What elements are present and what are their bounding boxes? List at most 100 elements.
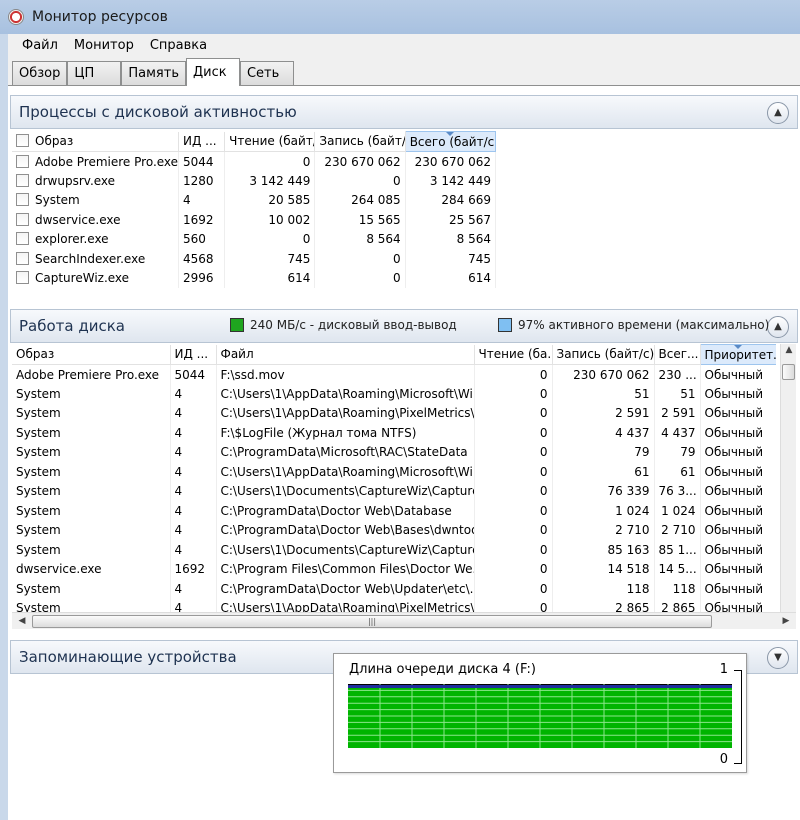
row-checkbox[interactable] [16,154,29,168]
cell-pid: 560 [178,229,226,249]
cell-read: 0 [224,151,316,171]
horizontal-scroll-thumb[interactable]: ||| [32,615,712,628]
table-row[interactable]: System 4 20 585 264 085 284 669 [12,190,497,210]
table-row[interactable]: System 4 C:\Users\1\AppData\Roaming\PixelM… [12,598,776,612]
table-row[interactable]: Adobe Premiere Pro.exe 5044 0 230 670 062 23… [12,151,497,171]
tab-overview[interactable]: Обзор [12,61,68,85]
select-all-checkbox[interactable] [16,134,29,148]
disk-table-horizontal-scrollbar[interactable]: ◀ ||| ▶ [12,612,796,629]
cell-image[interactable]: CaptureWiz.exe [12,268,180,288]
tab-cpu[interactable]: ЦП [67,61,122,85]
table-row[interactable]: System 4 C:\ProgramData\Microsoft\RAC\Stat… [12,442,776,462]
table-row[interactable]: SearchIndexer.exe 4568 745 0 745 [12,249,497,269]
column-header-image[interactable]: Образ [12,344,171,365]
cell-total: 51 [654,384,701,404]
cell-total: 4 437 [654,423,701,443]
column-header-write[interactable]: Запись (байт/с) [552,344,655,365]
cell-write: 0 [314,249,406,269]
column-header-read[interactable]: Чтение (байт/... [224,131,316,152]
column-header-read[interactable]: Чтение (ба... [474,344,553,365]
column-header-pid[interactable]: ИД ... [178,131,226,152]
table-row[interactable]: CaptureWiz.exe 2996 614 0 614 [12,268,497,288]
row-checkbox[interactable] [16,212,29,226]
table-row[interactable]: Adobe Premiere Pro.exe 5044 F:\ssd.mov 0 230… [12,364,776,384]
row-checkbox[interactable] [16,271,29,285]
cell-pid: 4 [170,423,217,443]
cell-total: 745 [405,249,497,269]
cell-file: C:\Users\1\Documents\CaptureWiz\Capture.… [216,540,475,560]
table-row[interactable]: dwservice.exe 1692 C:\Program Files\Common… [12,559,776,579]
table-row[interactable]: System 4 F:\$LogFile (Журнал тома NTFS) 0 4 … [12,423,776,443]
scroll-up-arrow-icon[interactable]: ▲ [781,345,797,355]
menu-monitor[interactable]: Монитор [66,38,142,53]
table-row[interactable]: System 4 C:\Users\1\AppData\Roaming\Micros… [12,462,776,482]
cell-write: 51 [552,384,655,404]
cell-file: C:\Users\1\AppData\Roaming\Microsoft\Wi.… [216,462,475,482]
cell-image[interactable]: System [12,190,180,210]
process-name: Adobe Premiere Pro.exe [35,154,179,169]
cell-image: System [12,462,171,482]
row-checkbox[interactable] [16,173,29,187]
chevron-up-icon[interactable]: ▲ [767,102,789,124]
table-row[interactable]: System 4 C:\Users\1\Documents\CaptureWiz\C… [12,540,776,560]
disk-io-swatch [230,318,244,332]
column-header-image[interactable]: Образ [12,131,180,152]
table-row[interactable]: System 4 C:\Users\1\Documents\CaptureWiz\C… [12,481,776,501]
menu-help[interactable]: Справка [142,38,215,53]
row-checkbox[interactable] [16,251,29,265]
table-row[interactable]: dwservice.exe 1692 10 002 15 565 25 567 [12,210,497,230]
cell-total: 1 024 [654,501,701,521]
cell-image[interactable]: dwservice.exe [12,210,180,230]
table-row[interactable]: System 4 C:\Users\1\AppData\Roaming\Micros… [12,384,776,404]
tab-disk[interactable]: Диск [185,58,240,86]
tab-memory[interactable]: Память [121,61,186,85]
process-name: dwservice.exe [35,212,121,227]
cell-image[interactable]: SearchIndexer.exe [12,249,180,269]
cell-file: C:\ProgramData\Microsoft\RAC\StateData [216,442,475,462]
chevron-down-icon[interactable]: ▼ [767,647,789,669]
column-header-total[interactable]: Всег... [654,344,701,365]
cell-read: 0 [474,481,553,501]
menu-file[interactable]: Файл [14,38,66,53]
table-row[interactable]: explorer.exe 560 0 8 564 8 564 [12,229,497,249]
scroll-left-arrow-icon[interactable]: ◀ [14,616,30,626]
table-row[interactable]: System 4 C:\ProgramData\Doctor Web\Databas… [12,501,776,521]
tab-bar: Обзор ЦП Память Диск Сеть [8,56,800,86]
column-header-file[interactable]: Файл [216,344,475,365]
active-time-swatch [498,318,512,332]
table-row[interactable]: System 4 C:\ProgramData\Doctor Web\Bases\d… [12,520,776,540]
table-row[interactable]: drwupsrv.exe 1280 3 142 449 0 3 142 449 [12,171,497,191]
disk-activity-table-viewport[interactable]: Образ ИД ... Файл Чтение (ба... Запись (… [12,344,776,612]
column-header-priority[interactable]: Приоритет... [699,344,776,365]
cell-image[interactable]: explorer.exe [12,229,180,249]
column-header-pid[interactable]: ИД ... [170,344,217,365]
cell-read: 0 [474,501,553,521]
vertical-scroll-thumb[interactable] [782,364,795,380]
cell-priority: Обычный [700,520,776,540]
cell-pid: 4 [170,598,217,612]
chevron-up-icon[interactable]: ▲ [767,316,789,338]
scroll-right-arrow-icon[interactable]: ▶ [778,616,794,626]
process-name: CaptureWiz.exe [35,271,130,286]
cell-pid: 4 [170,442,217,462]
tab-network[interactable]: Сеть [239,61,294,85]
processes-header-row: Образ ИД ... Чтение (байт/... Запись (ба… [12,131,497,152]
cell-read: 0 [474,384,553,404]
cell-image[interactable]: drwupsrv.exe [12,171,180,191]
cell-read: 20 585 [224,190,316,210]
cell-write: 76 339 [552,481,655,501]
processes-section-header[interactable]: Процессы с дисковой активностью ▲ [10,95,798,129]
column-header-total[interactable]: Всего (байт/с) [404,131,497,152]
cell-image[interactable]: Adobe Premiere Pro.exe [12,151,180,171]
row-checkbox[interactable] [16,193,29,207]
table-row[interactable]: System 4 C:\Users\1\AppData\Roaming\PixelM… [12,403,776,423]
row-checkbox[interactable] [16,232,29,246]
cell-pid: 4 [170,540,217,560]
column-header-write[interactable]: Запись (байт/... [314,131,406,152]
disk-table-vertical-scrollbar[interactable]: ▲ [780,344,796,612]
cell-write: 2 865 [552,598,655,612]
table-row[interactable]: System 4 C:\ProgramData\Doctor Web\Updater… [12,579,776,599]
cell-file: C:\ProgramData\Doctor Web\Bases\dwntod..… [216,520,475,540]
cell-read: 3 142 449 [224,171,316,191]
cell-total: 85 1... [654,540,701,560]
